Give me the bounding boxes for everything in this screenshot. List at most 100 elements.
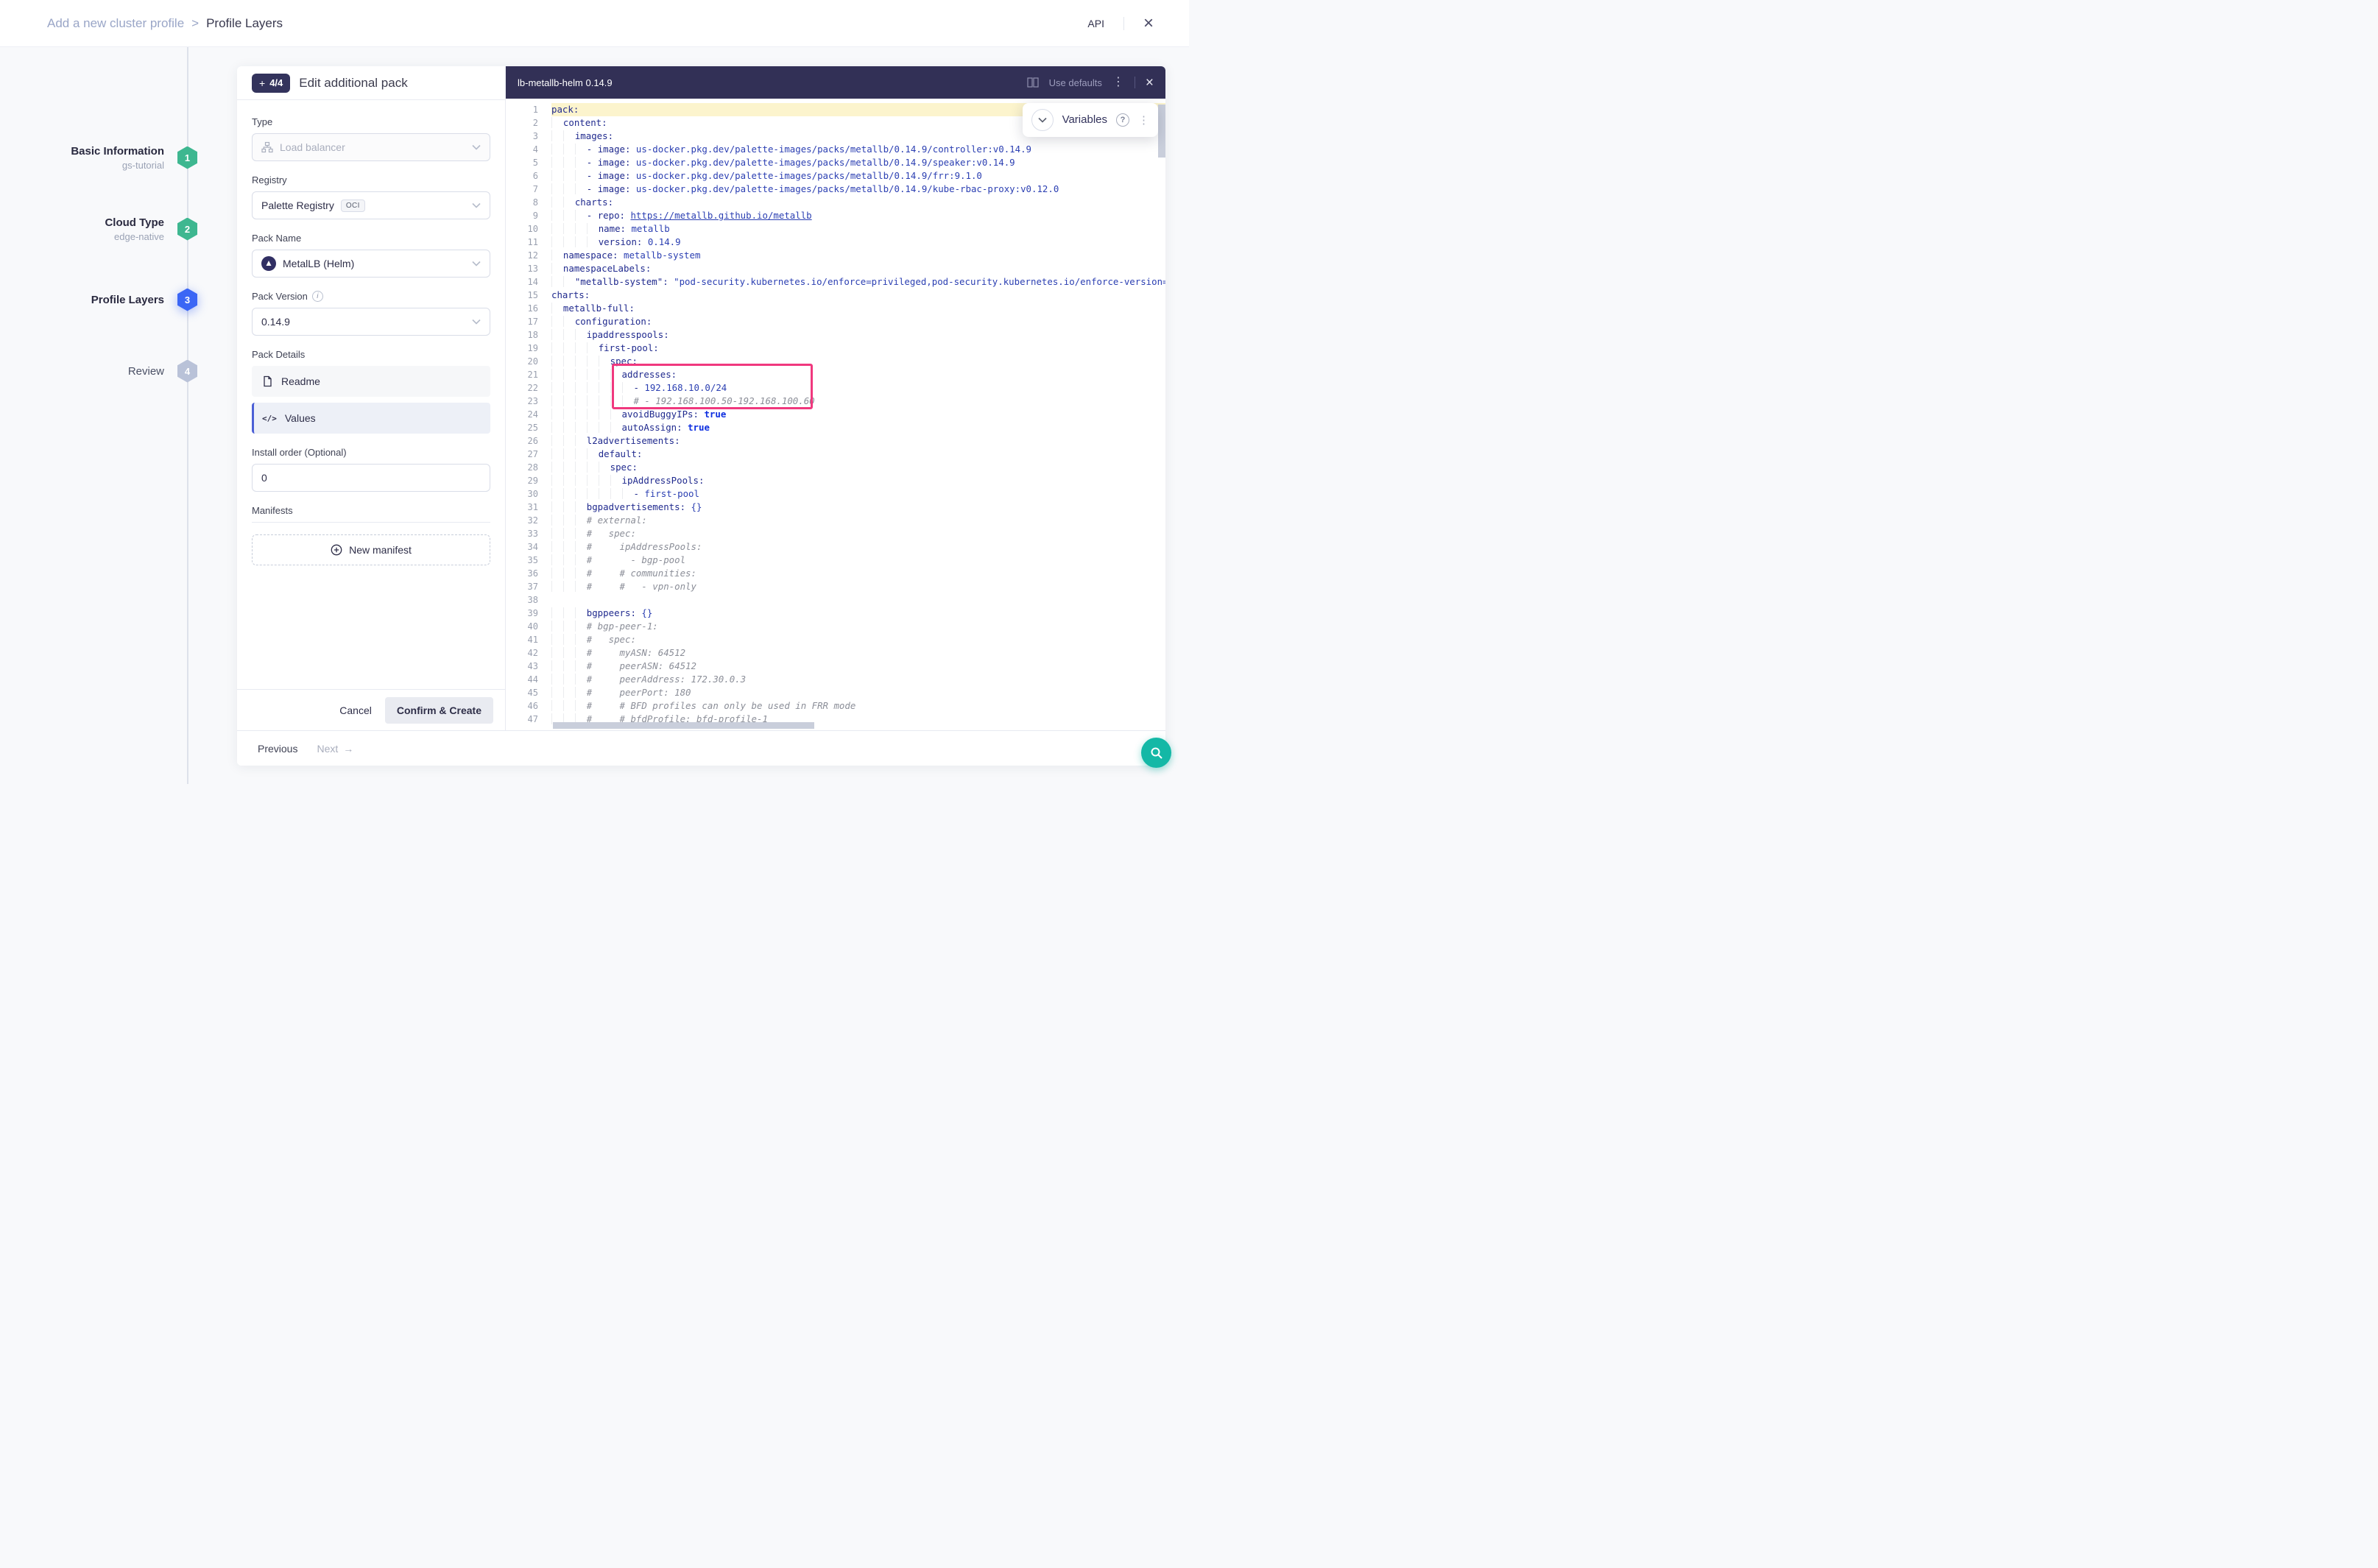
plus-circle-icon [331,544,342,556]
code-line: 43 # peerASN: 64512 [506,660,1165,673]
code-line: 9 - repo: https://metallb.github.io/meta… [506,209,1165,222]
step-hexagon-badge[interactable]: 4 [177,360,197,383]
manifests-divider [252,522,490,523]
step-number: 2 [177,218,197,241]
breadcrumb-parent[interactable]: Add a new cluster profile [47,16,184,31]
code-line: 34 # ipAddressPools: [506,540,1165,554]
code-line: 23 # - 192.168.100.50-192.168.100.60 [506,395,1165,408]
code-line: 46 # # BFD profiles can only be used in … [506,699,1165,713]
next-button-label: Next [317,743,338,755]
document-icon [262,375,273,387]
code-line: 5 - image: us-docker.pkg.dev/palette-ima… [506,156,1165,169]
code-line: 13 namespaceLabels: [506,262,1165,275]
step-hexagon-badge[interactable]: 3 [177,289,197,311]
code-line: 17 configuration: [506,315,1165,328]
readme-tab[interactable]: Readme [252,366,490,397]
code-line: 8 charts: [506,196,1165,209]
use-defaults-button[interactable]: Use defaults [1049,77,1102,88]
code-line: 37 # # - vpn-only [506,580,1165,593]
manifests-label: Manifests [252,505,490,516]
code-line: 35 # - bgp-pool [506,554,1165,567]
step-number: 4 [177,360,197,383]
close-wizard-icon[interactable]: × [1143,15,1154,32]
code-line: 24 avoidBuggyIPs: true [506,408,1165,421]
values-tab[interactable]: </> Values [252,403,490,434]
arrow-right-icon: → [343,743,353,755]
code-line: 39 bgppeers: {} [506,607,1165,620]
wizard-footer: Previous Next → [237,730,1165,766]
registry-value: Palette Registry [261,199,334,211]
step-label: Review [128,365,164,378]
previous-button[interactable]: Previous [258,743,297,755]
step-hexagon-badge[interactable]: 2 [177,218,197,241]
stepper-step-basic-information[interactable]: Basic Information gs-tutorial 1 [0,140,197,175]
stepper-step-profile-layers[interactable]: Profile Layers 3 [0,282,197,317]
pack-details-label: Pack Details [252,349,490,360]
code-line: 4 - image: us-docker.pkg.dev/palette-ima… [506,143,1165,156]
kebab-menu-icon[interactable]: ⋮ [1112,77,1124,88]
breadcrumb-current: Profile Layers [206,16,283,31]
code-line: 20 spec: [506,355,1165,368]
code-line: 42 # myASN: 64512 [506,646,1165,660]
install-order-input[interactable] [252,464,490,492]
stepper-step-cloud-type[interactable]: Cloud Type edge-native 2 [0,211,197,247]
stepper-step-review[interactable]: Review 4 [0,353,197,389]
add-pack-icon: + [259,77,265,89]
form-header: + 4/4 Edit additional pack [237,66,505,100]
variables-label: Variables [1062,113,1107,127]
cancel-button[interactable]: Cancel [339,704,372,716]
pack-count-badge: + 4/4 [252,74,290,93]
code-editor-area[interactable]: 1pack:2 content:3 images:4 - image: us-d… [506,99,1165,730]
code-line: 18 ipaddresspools: [506,328,1165,342]
code-line: 38 [506,593,1165,607]
app-header: Add a new cluster profile > Profile Laye… [0,0,1189,47]
code-lines: 1pack:2 content:3 images:4 - image: us-d… [506,103,1165,726]
registry-select[interactable]: Palette Registry OCI [252,191,490,219]
help-icon[interactable]: ? [1116,113,1129,127]
pack-name-select[interactable]: MetalLB (Helm) [252,250,490,278]
yaml-editor: lb-metallb-helm 0.14.9 Use defaults ⋮ × … [506,66,1165,730]
search-icon [1150,746,1163,760]
horizontal-scrollbar-thumb[interactable] [553,722,814,729]
pack-name-value: MetalLB (Helm) [283,258,354,269]
close-editor-icon[interactable]: × [1146,76,1154,90]
chevron-down-icon [472,261,481,266]
vertical-scrollbar-thumb[interactable] [1158,105,1165,158]
info-icon[interactable]: i [312,291,323,302]
next-button[interactable]: Next → [317,743,353,755]
install-order-label: Install order (Optional) [252,447,490,458]
pack-version-label-text: Pack Version [252,291,308,302]
editor-header: lb-metallb-helm 0.14.9 Use defaults ⋮ × [506,66,1165,99]
code-line: 15charts: [506,289,1165,302]
load-balancer-icon [261,141,273,153]
edit-pack-form: + 4/4 Edit additional pack Type Load bal… [237,66,506,730]
code-line: 44 # peerAddress: 172.30.0.3 [506,673,1165,686]
code-icon: </> [262,414,277,423]
code-line: 36 # # communities: [506,567,1165,580]
search-help-fab[interactable] [1141,738,1171,768]
code-line: 19 first-pool: [506,342,1165,355]
code-line: 10 name: metallb [506,222,1165,236]
type-label: Type [252,116,490,127]
step-hexagon-badge[interactable]: 1 [177,146,197,169]
code-line: 45 # peerPort: 180 [506,686,1165,699]
code-line: 31 bgpadvertisements: {} [506,501,1165,514]
pack-version-select[interactable]: 0.14.9 [252,308,490,336]
split-view-icon[interactable] [1027,77,1039,88]
new-manifest-label: New manifest [349,544,412,556]
code-line: 6 - image: us-docker.pkg.dev/palette-ima… [506,169,1165,183]
variables-kebab-icon[interactable]: ⋮ [1138,113,1149,127]
code-line: 25 autoAssign: true [506,421,1165,434]
type-select[interactable]: Load balancer [252,133,490,161]
oci-badge: OCI [341,199,365,212]
code-line: 28 spec: [506,461,1165,474]
type-value: Load balancer [280,141,345,153]
breadcrumb-separator: > [191,16,199,31]
confirm-create-button[interactable]: Confirm & Create [385,697,493,724]
variables-popover: Variables ? ⋮ [1023,103,1158,137]
api-link[interactable]: API [1087,18,1104,29]
code-line: 33 # spec: [506,527,1165,540]
wizard-stepper: Basic Information gs-tutorial 1 Cloud Ty… [0,47,237,784]
new-manifest-button[interactable]: New manifest [252,534,490,565]
variables-collapse-button[interactable] [1031,109,1054,131]
